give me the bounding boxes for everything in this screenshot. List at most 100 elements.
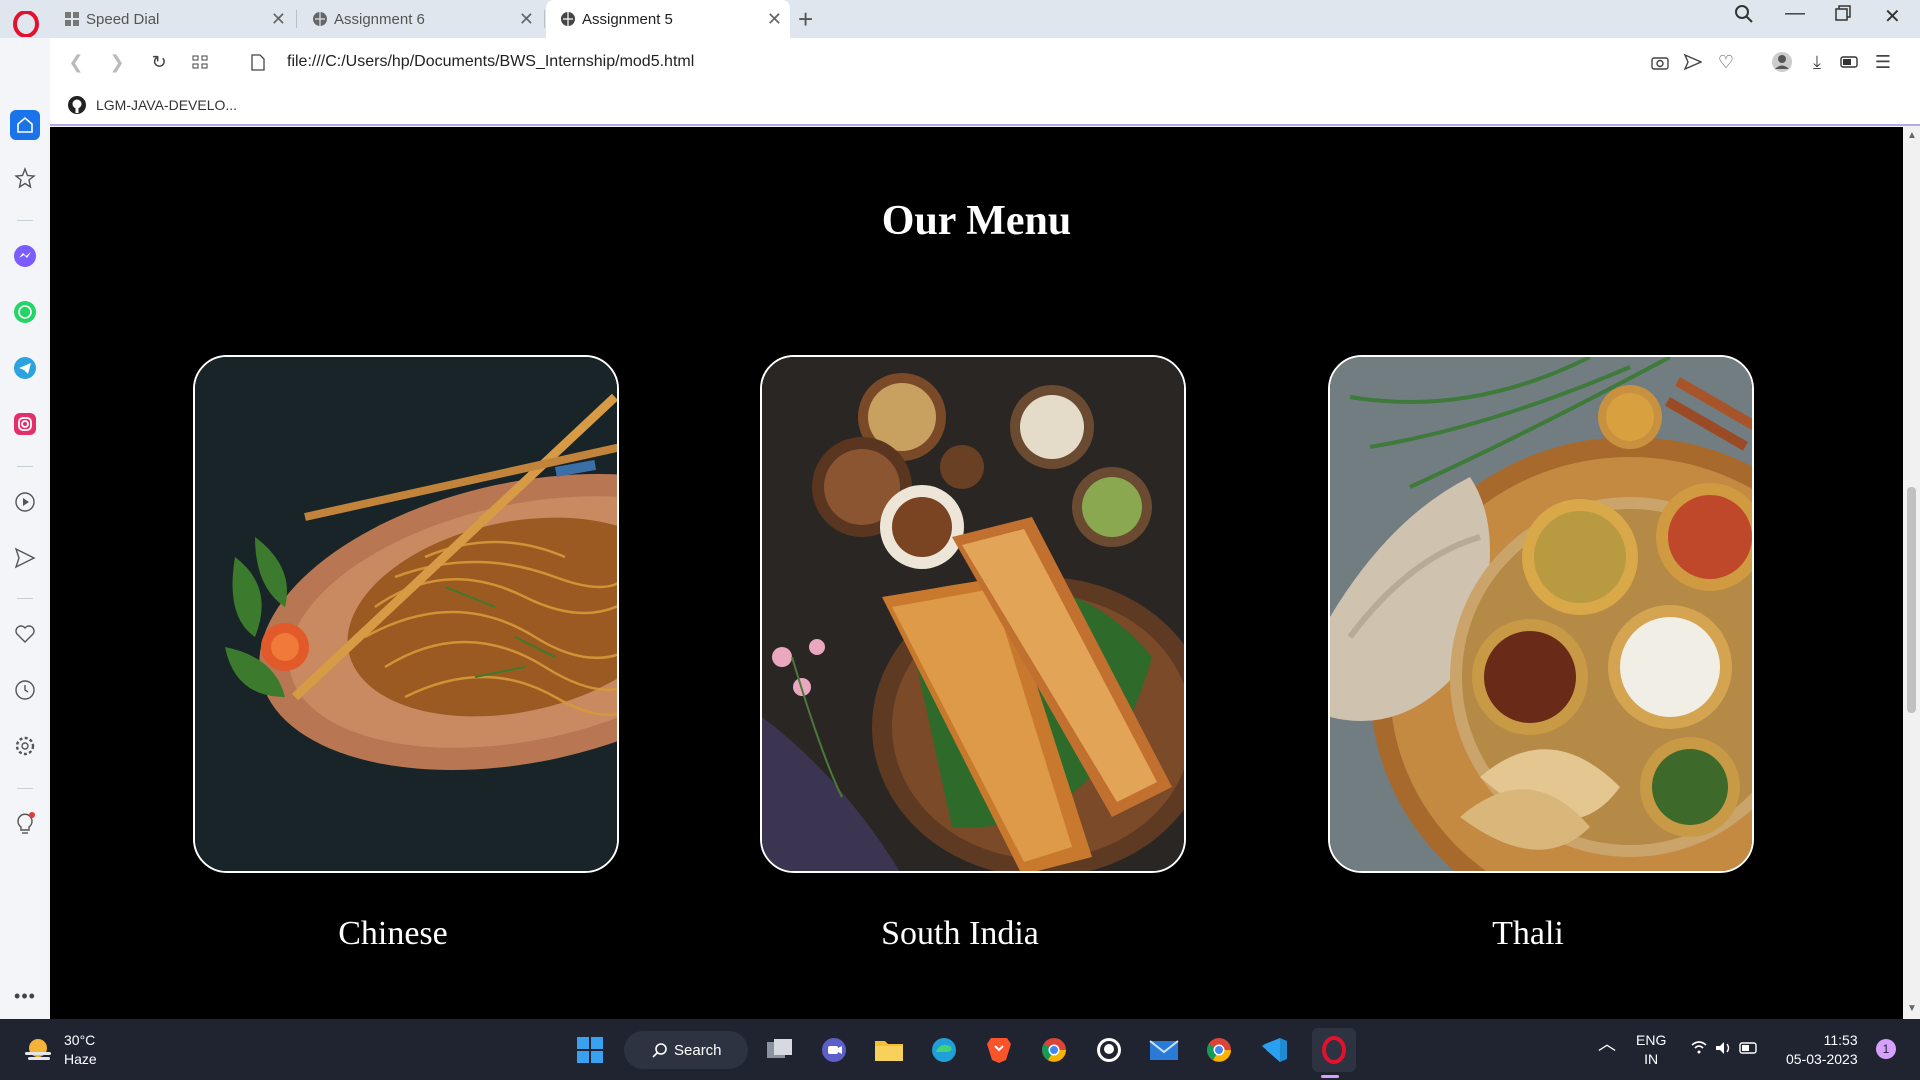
scroll-up-icon[interactable]: ▲ xyxy=(1907,130,1917,141)
clock-time: 11:53 xyxy=(1823,1032,1858,1048)
bookmarks-bar: LGM-JAVA-DEVELO... xyxy=(50,86,1920,126)
lightbulb-icon[interactable] xyxy=(12,811,38,837)
sidebar: ••• xyxy=(0,38,50,1019)
tab-assignment-6[interactable]: Assignment 6 ✕ xyxy=(298,0,542,38)
taskbar-search-button[interactable]: Search xyxy=(624,1031,748,1069)
opera-taskbar-icon[interactable] xyxy=(1312,1028,1356,1072)
instagram-icon[interactable] xyxy=(12,411,38,437)
share-icon[interactable] xyxy=(1681,50,1705,74)
tab-label: Assignment 6 xyxy=(334,10,425,28)
clock-date: 05-03-2023 xyxy=(1786,1051,1858,1067)
player-icon[interactable] xyxy=(12,489,38,515)
settings-icon[interactable] xyxy=(12,733,38,759)
weather-desc: Haze xyxy=(64,1051,97,1067)
github-desktop-icon[interactable] xyxy=(1092,1033,1126,1067)
reload-icon[interactable]: ↻ xyxy=(147,50,171,74)
vscode-icon[interactable] xyxy=(1257,1033,1291,1067)
tab-grid-icon[interactable] xyxy=(188,50,212,74)
brave-icon[interactable] xyxy=(982,1033,1016,1067)
notification-badge[interactable]: 1 xyxy=(1876,1039,1896,1059)
new-tab-button[interactable]: + xyxy=(798,4,813,35)
restore-button[interactable] xyxy=(1834,4,1852,28)
globe-icon xyxy=(560,11,576,27)
search-icon xyxy=(652,1043,667,1058)
battery-saver-icon[interactable] xyxy=(1838,50,1862,74)
whatsapp-icon[interactable] xyxy=(12,299,38,325)
profile-icon[interactable] xyxy=(1770,50,1794,74)
github-icon xyxy=(68,96,86,114)
more-icon[interactable]: ••• xyxy=(12,983,38,1009)
thali-image xyxy=(1330,357,1752,871)
close-tab-icon[interactable]: ✕ xyxy=(519,9,534,30)
wifi-volume-battery-icon xyxy=(1691,1041,1757,1054)
teams-chat-icon[interactable] xyxy=(817,1033,851,1067)
bookmark-item[interactable]: LGM-JAVA-DEVELO... xyxy=(67,95,237,115)
snapshot-icon[interactable] xyxy=(1648,50,1672,74)
send-icon[interactable] xyxy=(12,545,38,571)
close-tab-icon[interactable]: ✕ xyxy=(271,9,286,30)
file-explorer-icon[interactable] xyxy=(872,1033,906,1067)
sidebar-divider xyxy=(17,220,33,221)
tab-label: Assignment 5 xyxy=(582,10,673,28)
menu-card-thali[interactable] xyxy=(1328,355,1754,873)
menu-card-south-india[interactable] xyxy=(760,355,1186,873)
telegram-icon[interactable] xyxy=(12,355,38,381)
card-label-thali: Thali xyxy=(1492,915,1564,952)
page-title: Our Menu xyxy=(881,198,1072,244)
opera-logo-icon[interactable] xyxy=(10,8,42,40)
tab-label: Speed Dial xyxy=(86,10,160,28)
search-tabs-icon[interactable] xyxy=(1734,4,1754,30)
messenger-icon[interactable] xyxy=(12,243,38,269)
speed-dial-icon xyxy=(64,11,80,27)
home-icon[interactable] xyxy=(10,110,40,140)
weather-widget[interactable]: 30°C Haze xyxy=(22,1031,97,1069)
chrome-profile-icon[interactable] xyxy=(1202,1033,1236,1067)
page-viewport: Our Menu Chinese South India Thali xyxy=(50,127,1903,1019)
card-label-south-india: South India xyxy=(881,915,1039,952)
weather-temp: 30°C xyxy=(64,1032,96,1048)
tab-speed-dial[interactable]: Speed Dial ✕ xyxy=(50,0,294,38)
language-indicator[interactable]: ENG IN xyxy=(1636,1031,1666,1069)
edge-icon[interactable] xyxy=(927,1033,961,1067)
active-app-indicator xyxy=(1321,1075,1339,1078)
heart-icon[interactable] xyxy=(12,621,38,647)
menu-card-chinese[interactable] xyxy=(193,355,619,873)
card-label-chinese: Chinese xyxy=(338,915,448,952)
scroll-thumb[interactable] xyxy=(1907,487,1916,713)
haze-sun-icon xyxy=(25,1039,51,1060)
mail-icon[interactable] xyxy=(1147,1033,1181,1067)
lang-code: ENG xyxy=(1636,1032,1667,1048)
easy-setup-icon[interactable]: ☰ xyxy=(1871,50,1895,74)
scroll-down-icon[interactable]: ▼ xyxy=(1907,1003,1917,1014)
search-label: Search xyxy=(674,1041,722,1059)
url-text[interactable]: file:///C:/Users/hp/Documents/BWS_Intern… xyxy=(287,53,694,71)
sidebar-divider xyxy=(17,598,33,599)
lang-region: IN xyxy=(1644,1051,1659,1067)
close-window-button[interactable]: ✕ xyxy=(1884,4,1901,29)
file-icon xyxy=(246,50,270,74)
show-hidden-icons[interactable]: ︿ xyxy=(1598,1035,1616,1054)
forward-icon[interactable]: ❯ xyxy=(105,50,129,74)
tab-divider xyxy=(296,10,297,28)
chrome-icon[interactable] xyxy=(1037,1033,1071,1067)
address-bar: ❮ ❯ ↻ file:///C:/Users/hp/Documents/BWS_… xyxy=(50,38,1920,86)
close-tab-icon[interactable]: ✕ xyxy=(767,9,782,30)
task-view-icon[interactable] xyxy=(763,1033,797,1067)
sidebar-divider xyxy=(17,788,33,789)
tab-strip: Speed Dial ✕ Assignment 6 ✕ Assignment 5… xyxy=(0,0,1920,38)
system-tray-status[interactable] xyxy=(1690,1039,1760,1062)
heart-bookmark-icon[interactable]: ♡ xyxy=(1714,50,1738,74)
back-icon[interactable]: ❮ xyxy=(64,50,88,74)
tab-assignment-5[interactable]: Assignment 5 ✕ xyxy=(546,0,790,38)
minimize-button[interactable]: — xyxy=(1785,2,1805,25)
globe-icon xyxy=(312,11,328,27)
noodles-image xyxy=(195,357,617,871)
tab-divider xyxy=(544,10,545,28)
clock[interactable]: 11:53 05-03-2023 xyxy=(1786,1031,1858,1069)
dosa-image xyxy=(762,357,1184,871)
star-icon[interactable] xyxy=(12,165,38,191)
download-icon[interactable]: ⤓ xyxy=(1805,50,1829,74)
history-icon[interactable] xyxy=(12,677,38,703)
page-scrollbar[interactable]: ▲ ▼ xyxy=(1903,127,1920,1019)
windows-start-icon[interactable] xyxy=(573,1033,607,1067)
